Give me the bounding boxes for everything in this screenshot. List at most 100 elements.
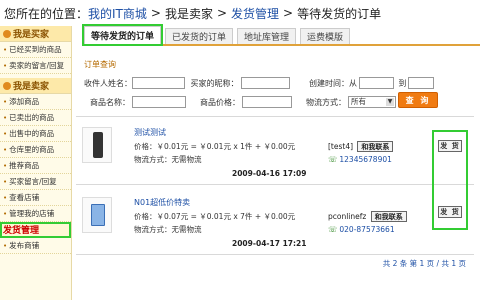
product-image bbox=[91, 204, 105, 226]
buyer-nick-input[interactable] bbox=[240, 77, 290, 89]
buyer-phone: ☏ 12345678901 bbox=[328, 155, 392, 164]
breadcrumb-item-seller: 我是卖家 bbox=[164, 6, 213, 21]
sidebar-item-label: 查看店铺 bbox=[9, 193, 40, 202]
sidebar-item-label: 已经买到的商品 bbox=[9, 45, 62, 54]
recipient-label: 收件人姓名： bbox=[84, 78, 132, 88]
query-title: 订单查询 bbox=[84, 60, 116, 69]
ship-method-select[interactable]: 所有 ▼ bbox=[348, 96, 396, 108]
sidebar-item-label: 添加商品 bbox=[9, 97, 40, 106]
sidebar-section-buyer: 我是买家 bbox=[0, 26, 71, 42]
sidebar-item-label: 出售中的商品 bbox=[9, 129, 55, 138]
bullet-icon: • bbox=[3, 113, 8, 122]
product-price-input[interactable] bbox=[242, 96, 292, 108]
bullet-icon: • bbox=[3, 209, 8, 218]
sidebar-item-buyer-messages[interactable]: • 买家留言/回复 bbox=[0, 174, 71, 190]
created-from-input[interactable] bbox=[358, 77, 395, 89]
ship-actions-column: 发 货 发 货 bbox=[432, 130, 468, 230]
breadcrumb-prefix: 您所在的位置： bbox=[4, 6, 89, 21]
tab-bar: 等待发货的订单 已发货的订单 地址库管理 运费模版 bbox=[81, 24, 480, 46]
sidebar-item-manage-shop[interactable]: • 管理我的店铺 bbox=[0, 206, 71, 222]
breadcrumb-separator: > bbox=[216, 6, 228, 20]
product-thumbnail[interactable] bbox=[82, 197, 112, 233]
breadcrumb-item-shipping[interactable]: 发货管理 bbox=[231, 5, 279, 22]
sidebar-item-bought[interactable]: • 已经买到的商品 bbox=[0, 42, 71, 58]
breadcrumb: 您所在的位置： 我的IT商城 > 我是卖家 > 发货管理 > 等待发货的订单 bbox=[0, 0, 480, 26]
tab-address-book[interactable]: 地址库管理 bbox=[237, 28, 297, 44]
buyer-name: [test4] bbox=[328, 142, 354, 151]
bullet-icon: • bbox=[3, 161, 8, 170]
recipient-input[interactable] bbox=[132, 77, 186, 89]
pagination[interactable]: 共 2 条 第 1 页 / 共 1 页 bbox=[383, 258, 466, 269]
user-icon bbox=[3, 29, 11, 38]
order-time: 2009-04-17 17:21 bbox=[232, 239, 307, 248]
phone-image bbox=[93, 132, 103, 158]
sidebar-item-recommend[interactable]: • 推荐商品 bbox=[0, 158, 71, 174]
bullet-icon: • bbox=[3, 61, 8, 70]
product-name-link[interactable]: N01超低价特卖 bbox=[134, 197, 190, 208]
sidebar-section-label: 我是卖家 bbox=[13, 82, 50, 92]
ship-button[interactable]: 发 货 bbox=[438, 140, 462, 152]
ship-method-label: 物流方式： bbox=[306, 97, 346, 107]
breadcrumb-separator: > bbox=[150, 6, 161, 20]
phone-icon: ☏ bbox=[328, 155, 338, 164]
sidebar-item-label: 发布商铺 bbox=[9, 241, 40, 250]
sidebar-item-label: 卖家的留言/回复 bbox=[9, 61, 65, 70]
bullet-icon: • bbox=[3, 177, 8, 186]
chevron-down-icon: ▼ bbox=[386, 98, 394, 106]
bullet-icon: • bbox=[3, 193, 8, 202]
bullet-icon: • bbox=[3, 129, 8, 138]
sidebar-item-label: 管理我的店铺 bbox=[9, 209, 55, 218]
buyer-name: pconlinefz bbox=[328, 212, 367, 221]
query-row-1: 收件人姓名： 买家的昵称： 创建时间：从 到 bbox=[84, 75, 434, 91]
created-to-input[interactable] bbox=[408, 77, 434, 89]
created-from-label: 创建时间：从 bbox=[308, 78, 357, 88]
ship-method-value: 所有 bbox=[351, 97, 366, 106]
breadcrumb-item-current: 等待发货的订单 bbox=[297, 6, 382, 21]
phone-number: 12345678901 bbox=[339, 155, 392, 164]
tab-pending-orders[interactable]: 等待发货的订单 bbox=[81, 24, 164, 46]
created-to-label: 到 bbox=[398, 78, 407, 88]
bullet-icon: • bbox=[3, 145, 8, 154]
query-button[interactable]: 查 询 bbox=[398, 92, 438, 108]
breadcrumb-separator: > bbox=[283, 6, 294, 20]
contact-button[interactable]: 和我联系 bbox=[370, 211, 407, 222]
breadcrumb-item-mall[interactable]: 我的IT商城 bbox=[88, 5, 147, 22]
sidebar-item-warehouse[interactable]: • 仓库里的商品 bbox=[0, 142, 71, 158]
orders-list: 测试测试 价格：￥0.01元 = ￥0.01元 x 1件 + ￥0.00元 物流… bbox=[76, 116, 474, 256]
sidebar-item-view-shop[interactable]: • 查看店铺 bbox=[0, 190, 71, 206]
product-price: 价格：￥0.01元 = ￥0.01元 x 1件 + ￥0.00元 bbox=[134, 142, 296, 151]
sidebar-section-seller: 我是卖家 bbox=[0, 78, 71, 94]
sidebar-item-add-product[interactable]: • 添加商品 bbox=[0, 94, 71, 110]
sidebar-item-label: 仓库里的商品 bbox=[9, 145, 55, 154]
tab-freight-template[interactable]: 运费模版 bbox=[300, 28, 351, 44]
product-price-label: 商品价格： bbox=[200, 97, 240, 107]
bullet-icon: • bbox=[3, 241, 8, 250]
query-row-2: 商品名称： 商品价格： 物流方式： 所有 ▼ bbox=[84, 94, 434, 110]
phone-number: 020-87573661 bbox=[339, 225, 395, 234]
shipping-method: 物流方式：无需物流 bbox=[134, 225, 202, 234]
product-name-link[interactable]: 测试测试 bbox=[134, 127, 166, 138]
sidebar-item-shipping-management[interactable]: 发货管理 bbox=[0, 222, 71, 238]
bullet-icon: • bbox=[3, 97, 8, 106]
sidebar-section-label: 我是买家 bbox=[13, 30, 50, 40]
sidebar-item-label: 买家留言/回复 bbox=[9, 177, 57, 186]
contact-button[interactable]: 和我联系 bbox=[357, 141, 394, 152]
phone-icon: ☏ bbox=[328, 225, 338, 234]
tab-shipped-orders[interactable]: 已发货的订单 bbox=[165, 28, 234, 44]
buyer-info: [test4] 和我联系 bbox=[328, 141, 394, 152]
sidebar-item-seller-messages[interactable]: • 卖家的留言/回复 bbox=[0, 58, 71, 74]
ship-button[interactable]: 发 货 bbox=[438, 206, 462, 218]
sidebar-item-on-sale[interactable]: • 出售中的商品 bbox=[0, 126, 71, 142]
buyer-phone: ☏ 020-87573661 bbox=[328, 225, 395, 234]
product-name-input[interactable] bbox=[132, 96, 186, 108]
sidebar-item-label: 已卖出的商品 bbox=[9, 113, 55, 122]
sidebar-item-label: 推荐商品 bbox=[9, 161, 40, 170]
sidebar-item-sold[interactable]: • 已卖出的商品 bbox=[0, 110, 71, 126]
buyer-info: pconlinefz 和我联系 bbox=[328, 211, 407, 222]
product-price: 价格：￥0.07元 = ￥0.01元 x 7件 + ￥0.00元 bbox=[134, 212, 296, 221]
order-row: 测试测试 价格：￥0.01元 = ￥0.01元 x 1件 + ￥0.00元 物流… bbox=[76, 117, 474, 185]
shipping-method: 物流方式：无需物流 bbox=[134, 155, 202, 164]
product-thumbnail[interactable] bbox=[82, 127, 112, 163]
buyer-nick-label: 买家的昵称： bbox=[190, 78, 239, 88]
sidebar-item-publish-shop[interactable]: • 发布商铺 bbox=[0, 238, 71, 254]
